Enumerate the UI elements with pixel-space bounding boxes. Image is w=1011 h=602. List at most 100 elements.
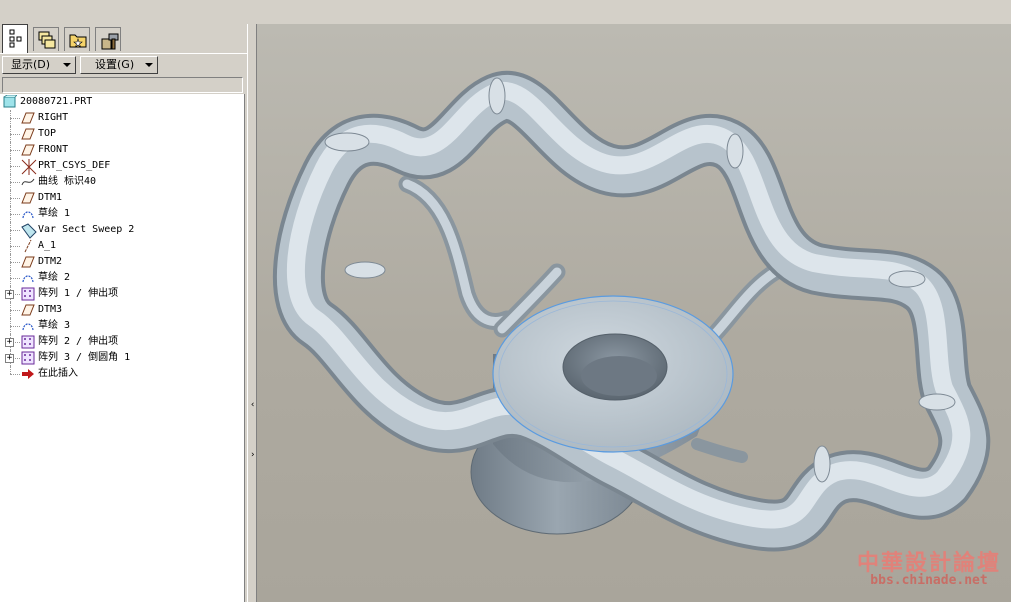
tree-item[interactable]: TOP bbox=[0, 126, 240, 142]
tree-connector bbox=[10, 150, 20, 151]
tree-item-label: FRONT bbox=[38, 144, 69, 155]
tree-item[interactable]: 在此插入 bbox=[0, 366, 240, 382]
sketch-icon bbox=[21, 271, 35, 285]
tree-item[interactable]: DTM2 bbox=[0, 254, 240, 270]
tree-item-label: 草绘 2 bbox=[38, 272, 71, 283]
show-menu-button[interactable]: 显示(D) bbox=[2, 56, 76, 74]
chevron-down-icon bbox=[145, 63, 153, 67]
grip-bump bbox=[918, 393, 956, 411]
tree-item-label: DTM2 bbox=[38, 256, 63, 267]
tree-filter-bar[interactable] bbox=[2, 77, 243, 93]
folder-tab[interactable] bbox=[64, 27, 90, 51]
tree-item-label: 在此插入 bbox=[38, 368, 78, 379]
expand-right-icon[interactable]: › bbox=[250, 450, 255, 460]
chevron-down-icon bbox=[63, 63, 71, 67]
tree-item-label: 阵列 2 / 伸出项 bbox=[38, 336, 119, 347]
folder-browser-icon bbox=[69, 34, 87, 48]
tree-item[interactable]: + 阵列 2 / 伸出项 bbox=[0, 334, 240, 350]
watermark-logo: 中華設計論壇 bbs.chinade.net bbox=[852, 543, 1006, 593]
tree-connector bbox=[10, 110, 11, 126]
tree-connector bbox=[10, 126, 11, 142]
tree-connector bbox=[10, 254, 11, 270]
datum-plane-icon bbox=[21, 143, 35, 157]
tree-item-label: 曲线 标识40 bbox=[38, 176, 97, 187]
tree-connector bbox=[10, 230, 20, 231]
settings-menu-label: 设置(G) bbox=[95, 58, 135, 71]
tree-item-label: 阵列 1 / 伸出项 bbox=[38, 288, 119, 299]
layers-tab[interactable] bbox=[33, 27, 59, 51]
csys-icon bbox=[21, 159, 37, 175]
tree-item-label: Var Sect Sweep 2 bbox=[38, 224, 135, 235]
tree-root-item[interactable]: 20080721.PRT bbox=[0, 94, 240, 110]
tree-item[interactable]: 曲线 标识40 bbox=[0, 174, 240, 190]
favorites-tab[interactable] bbox=[95, 27, 121, 51]
tree-item[interactable]: Var Sect Sweep 2 bbox=[0, 222, 240, 239]
tree-connector bbox=[10, 182, 20, 183]
navigator-toolbar: 显示(D) 设置(G) bbox=[0, 53, 247, 76]
grip-bump bbox=[726, 133, 744, 169]
tree-connector bbox=[10, 238, 11, 254]
sketch-icon bbox=[21, 207, 35, 221]
tree-connector bbox=[10, 134, 20, 135]
spoke-rear-left-hl bbox=[402, 179, 512, 326]
tree-connector bbox=[10, 206, 11, 222]
tree-connector bbox=[10, 318, 11, 334]
tree-connector bbox=[10, 302, 11, 318]
axis-icon bbox=[21, 239, 35, 253]
model-tree-tab[interactable] bbox=[2, 24, 28, 53]
tree-connector bbox=[10, 374, 20, 375]
tree-item[interactable]: + 阵列 1 / 伸出项 bbox=[0, 286, 240, 302]
tree-connector bbox=[10, 278, 20, 279]
tree-item[interactable]: DTM1 bbox=[0, 190, 240, 206]
tree-connector bbox=[10, 174, 11, 190]
graphics-viewport[interactable] bbox=[257, 24, 1011, 602]
tree-item[interactable]: PRT_CSYS_DEF bbox=[0, 158, 240, 175]
part-icon bbox=[3, 94, 18, 109]
grip-bump bbox=[488, 77, 506, 115]
tree-item-label: TOP bbox=[38, 128, 57, 139]
pattern-icon bbox=[21, 351, 35, 365]
pattern-icon bbox=[21, 287, 35, 301]
tree-item-label: A_1 bbox=[38, 240, 57, 251]
tree-connector bbox=[10, 166, 20, 167]
tree-connector bbox=[10, 190, 11, 206]
tree-connector bbox=[10, 246, 20, 247]
model-view[interactable] bbox=[257, 24, 1011, 602]
expand-toggle[interactable]: + bbox=[5, 290, 14, 299]
insert-here-arrow-icon bbox=[21, 367, 35, 381]
tree-connector bbox=[10, 198, 20, 199]
datum-plane-icon bbox=[21, 255, 35, 269]
tree-connector bbox=[10, 222, 11, 238]
tree-item[interactable]: 草绘 3 bbox=[0, 318, 240, 334]
tree-item-label: 阵列 3 / 倒圆角 1 bbox=[38, 352, 131, 363]
model-tree-icon bbox=[9, 29, 22, 48]
datum-plane-icon bbox=[21, 111, 35, 125]
grip-bump bbox=[888, 270, 926, 288]
tree-item-label: DTM1 bbox=[38, 192, 63, 203]
collapse-left-icon[interactable]: ‹ bbox=[250, 400, 255, 410]
tree-item-label: 草绘 1 bbox=[38, 208, 71, 219]
tree-item[interactable]: RIGHT bbox=[0, 110, 240, 126]
panel-splitter[interactable]: ‹ › bbox=[247, 24, 257, 602]
layers-icon bbox=[38, 31, 56, 49]
show-menu-label: 显示(D) bbox=[11, 58, 51, 71]
navigator-tabs bbox=[0, 24, 247, 53]
tree-connector bbox=[10, 118, 20, 119]
datum-plane-icon bbox=[21, 191, 35, 205]
expand-toggle[interactable]: + bbox=[5, 354, 14, 363]
grip-bump bbox=[813, 445, 831, 483]
tree-item-label: PRT_CSYS_DEF bbox=[38, 160, 111, 171]
tree-item[interactable]: + 阵列 3 / 倒圆角 1 bbox=[0, 350, 240, 366]
tree-item[interactable]: 草绘 1 bbox=[0, 206, 240, 222]
tree-item-label: 20080721.PRT bbox=[20, 96, 93, 107]
expand-toggle[interactable]: + bbox=[5, 338, 14, 347]
tree-item[interactable]: FRONT bbox=[0, 142, 240, 158]
datum-plane-icon bbox=[21, 303, 35, 317]
tree-item[interactable]: A_1 bbox=[0, 238, 240, 254]
tree-item[interactable]: DTM3 bbox=[0, 302, 240, 318]
sweep-icon bbox=[21, 223, 37, 239]
hub-bore-floor bbox=[581, 356, 657, 396]
tree-item[interactable]: 草绘 2 bbox=[0, 270, 240, 286]
settings-menu-button[interactable]: 设置(G) bbox=[80, 56, 158, 74]
tree-connector bbox=[10, 310, 20, 311]
